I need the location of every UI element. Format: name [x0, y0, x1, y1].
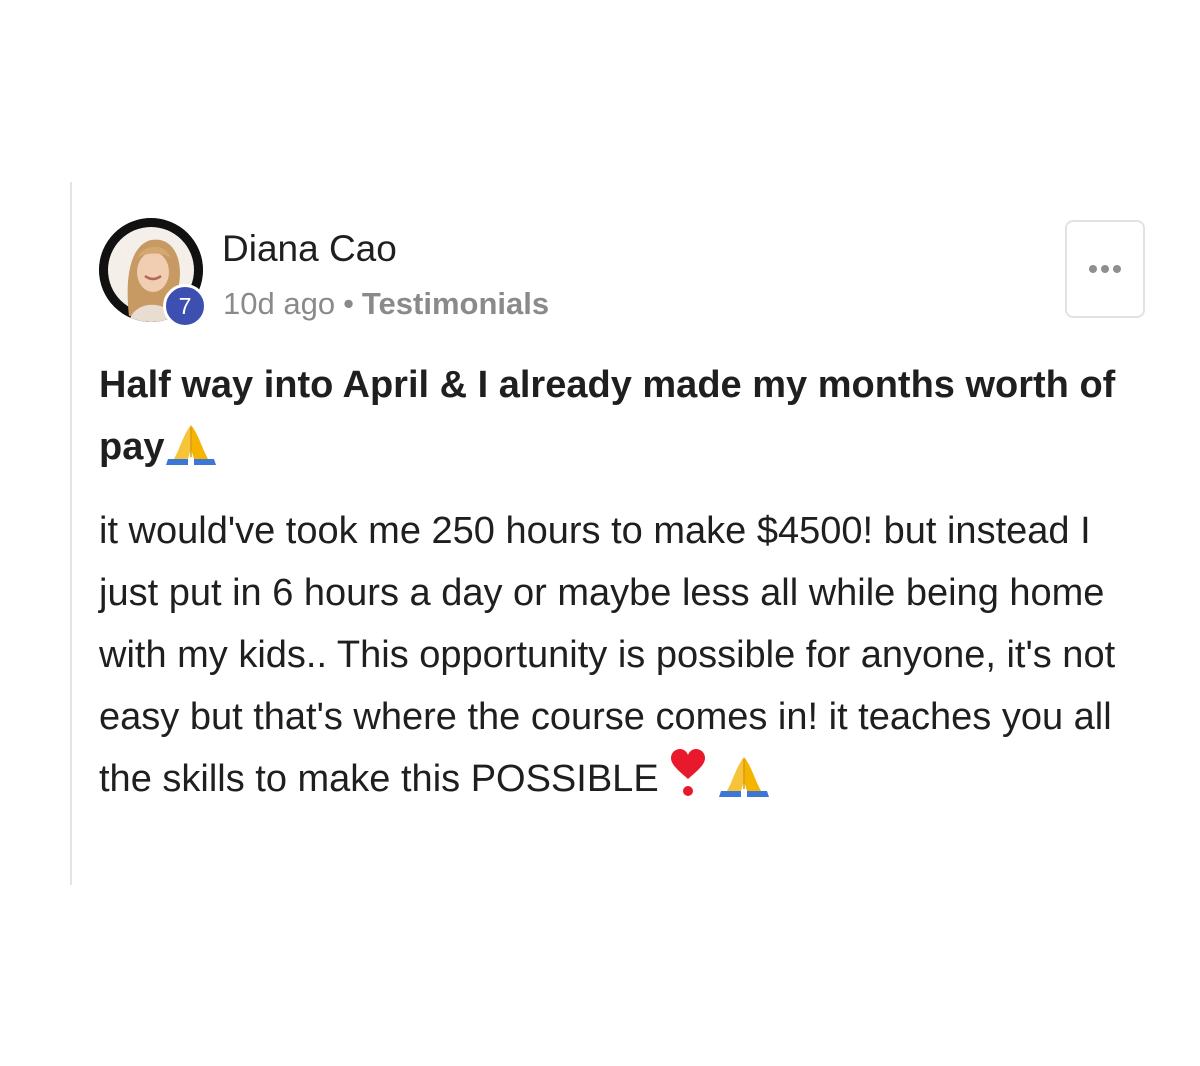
folded-hands-icon	[166, 425, 217, 465]
post-category[interactable]: Testimonials	[362, 286, 549, 321]
post-body: it would've took me 250 hours to make $4…	[99, 500, 1145, 810]
post-title: Half way into April & I already made my …	[99, 354, 1145, 478]
post-header: 7 Diana Cao 10d ago • Testimonials	[99, 218, 1145, 328]
heavy-heart-exclamation-icon	[671, 749, 706, 796]
meta-separator: •	[343, 286, 354, 321]
author-avatar[interactable]: 7	[99, 218, 207, 328]
post-meta: 10d ago • Testimonials	[223, 286, 549, 322]
post-title-text: Half way into April & I already made my …	[99, 364, 1116, 468]
post-time: 10d ago	[223, 286, 336, 321]
author-name[interactable]: Diana Cao	[222, 228, 397, 270]
post-left-rule	[70, 182, 72, 885]
more-horizontal-icon	[1089, 265, 1121, 273]
level-badge: 7	[163, 284, 207, 328]
post-body-text: it would've took me 250 hours to make $4…	[99, 510, 1116, 800]
post-card: 7 Diana Cao 10d ago • Testimonials Half wa…	[99, 218, 1145, 810]
folded-hands-icon	[719, 757, 770, 797]
more-options-button[interactable]	[1065, 220, 1145, 318]
